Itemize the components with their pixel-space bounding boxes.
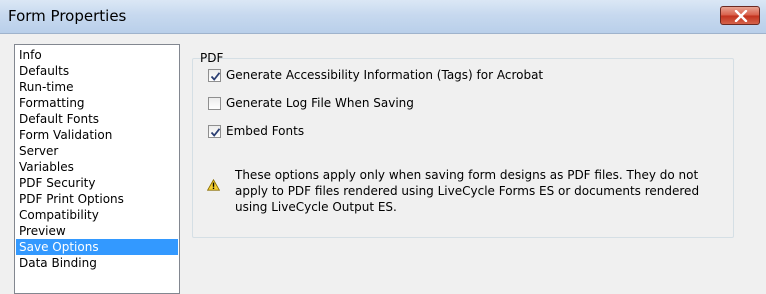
nav-item-save-options[interactable]: Save Options (16, 239, 178, 255)
embed-fonts-label: Embed Fonts (226, 124, 305, 138)
log-file-label: Generate Log File When Saving (226, 96, 414, 110)
nav-item-pdf-security[interactable]: PDF Security (16, 175, 178, 191)
warning-icon (207, 179, 220, 191)
pdf-group-label: PDF (200, 51, 224, 65)
pdf-save-note: These options apply only when saving for… (235, 168, 700, 214)
log-file-checkbox[interactable] (208, 96, 221, 110)
nav-item-pdf-print-options[interactable]: PDF Print Options (16, 191, 178, 207)
nav-item-info[interactable]: Info (16, 47, 178, 63)
nav-item-server[interactable]: Server (16, 143, 178, 159)
title-bar: Form Properties (0, 0, 766, 34)
nav-item-compatibility[interactable]: Compatibility (16, 207, 178, 223)
close-icon (734, 10, 748, 22)
category-list[interactable]: Info Defaults Run-time Formatting Defaul… (14, 44, 180, 294)
dialog-body: Info Defaults Run-time Formatting Defaul… (0, 34, 766, 294)
nav-item-variables[interactable]: Variables (16, 159, 178, 175)
log-file-option[interactable]: Generate Log File When Saving (208, 95, 414, 111)
nav-item-preview[interactable]: Preview (16, 223, 178, 239)
close-button[interactable] (720, 6, 760, 25)
nav-item-data-binding[interactable]: Data Binding (16, 255, 178, 271)
nav-item-defaults[interactable]: Defaults (16, 63, 178, 79)
embed-fonts-option[interactable]: Embed Fonts (208, 123, 304, 139)
embed-fonts-checkbox[interactable] (208, 124, 221, 138)
checkmark-icon (210, 71, 221, 81)
nav-item-run-time[interactable]: Run-time (16, 79, 178, 95)
accessibility-tags-label: Generate Accessibility Information (Tags… (226, 68, 544, 82)
nav-item-form-validation[interactable]: Form Validation (16, 127, 178, 143)
nav-item-default-fonts[interactable]: Default Fonts (16, 111, 178, 127)
window-title: Form Properties (8, 7, 127, 25)
accessibility-tags-option[interactable]: Generate Accessibility Information (Tags… (208, 67, 543, 83)
checkmark-icon (210, 127, 221, 137)
accessibility-tags-checkbox[interactable] (208, 68, 221, 82)
nav-item-formatting[interactable]: Formatting (16, 95, 178, 111)
